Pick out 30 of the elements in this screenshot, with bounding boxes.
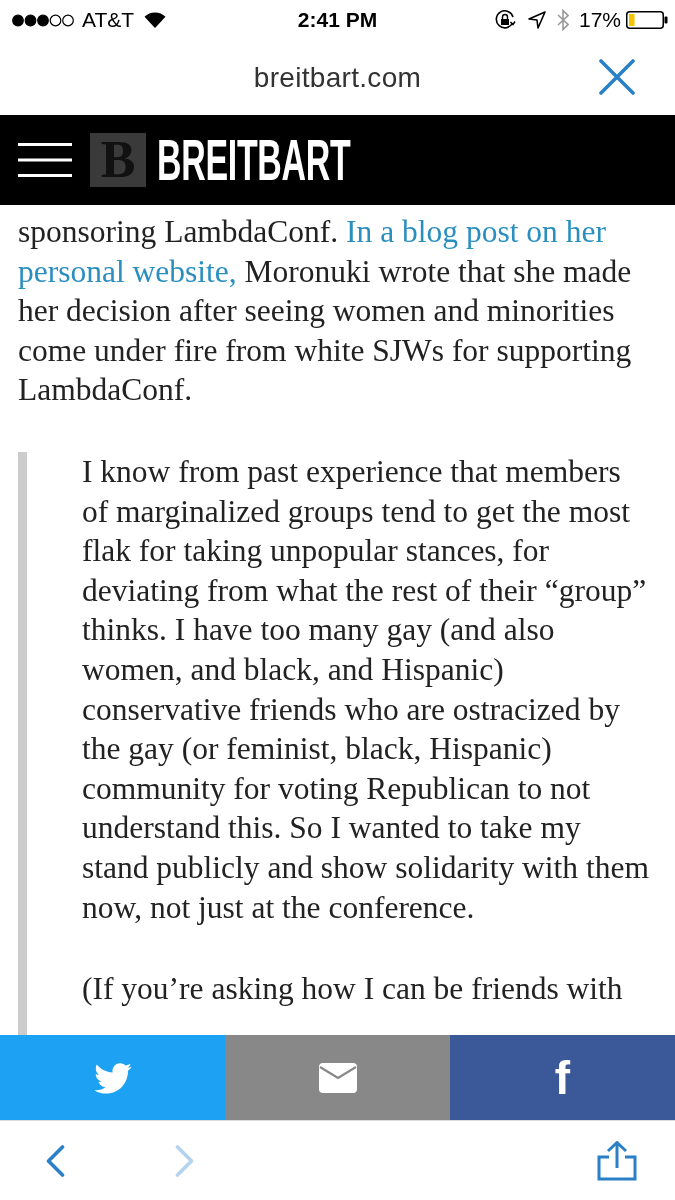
share-button[interactable]: f bbox=[450, 1035, 675, 1120]
menu-button[interactable] bbox=[18, 143, 72, 177]
share-icon bbox=[597, 1140, 637, 1181]
share-button[interactable] bbox=[0, 1035, 225, 1120]
location-arrow-icon bbox=[527, 11, 546, 29]
battery-icon bbox=[626, 11, 668, 29]
link[interactable]: personal website, bbox=[18, 253, 237, 289]
back-button[interactable] bbox=[46, 1144, 65, 1177]
quote-paragraph: I know from past experience that members of marginalized groups tend to get the most flak for taking unpopular stances, for deviating from what the rest of their “group” thinks. I have too many gay (and also women, and black, and Hispanic) conservative friends who are ostracized by the gay (or feminist, black, Hispanic) community for voting Republican to not understand this. So I wanted to take my stand publicly and show solidarity with them now, not just at the conference. bbox=[82, 452, 650, 927]
battery-percentage: 17% bbox=[578, 8, 621, 32]
quote-paragraph: (If you’re asking how I can be friends with bbox=[82, 970, 624, 1009]
chevron-left-icon bbox=[46, 1144, 65, 1177]
page-address: breitbart.com bbox=[253, 61, 422, 94]
envelope-icon bbox=[318, 1062, 357, 1093]
link[interactable]: In a blog post on her bbox=[346, 214, 606, 249]
share-page-button[interactable] bbox=[597, 1140, 637, 1181]
wifi-icon bbox=[144, 12, 167, 28]
paragraph: sponsoring LambdaConf. In a blog post on her personal website, Moronuki wrote that she made her decision after seeing women and minorities come under fire from white SJWs for supporting LambdaConf. bbox=[18, 213, 633, 410]
close-button[interactable] bbox=[599, 59, 635, 95]
menu-icon bbox=[18, 143, 72, 177]
carrier-name: AT&T bbox=[82, 8, 135, 32]
rotation-lock-icon bbox=[493, 9, 516, 31]
chevron-right-icon bbox=[175, 1144, 194, 1177]
bluetooth-icon bbox=[556, 9, 569, 31]
share-button[interactable] bbox=[225, 1035, 450, 1120]
signal-strength-icon bbox=[12, 13, 74, 27]
bird-icon bbox=[93, 1061, 132, 1094]
site-logo-text: BREITBART bbox=[157, 131, 351, 189]
close-icon bbox=[599, 59, 635, 95]
clock-time: 2:41 PM bbox=[297, 8, 378, 32]
